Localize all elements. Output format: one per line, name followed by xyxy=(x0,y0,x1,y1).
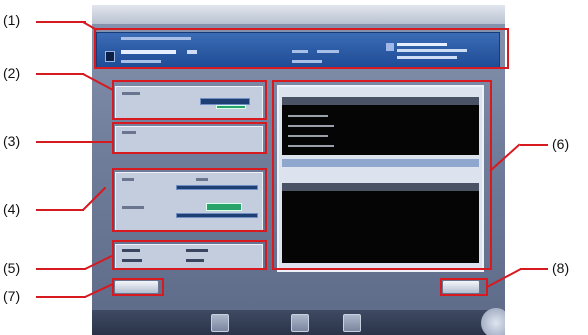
callout-label-4: (4) xyxy=(3,201,21,217)
callout-box-5 xyxy=(112,240,267,270)
leader-line-2 xyxy=(36,73,84,75)
toolbar-button-3[interactable] xyxy=(343,314,361,332)
callout-label-6: (6) xyxy=(552,136,570,152)
callout-box-3 xyxy=(112,122,267,154)
leader-line-7 xyxy=(36,296,86,298)
round-gear-icon[interactable] xyxy=(481,308,505,335)
leader-line-6 xyxy=(520,144,548,146)
callout-label-5: (5) xyxy=(3,260,21,276)
callout-label-8: (8) xyxy=(552,260,570,276)
callout-label-7: (7) xyxy=(3,288,21,304)
toolbar-button-2[interactable] xyxy=(291,314,309,332)
callout-box-1 xyxy=(94,28,509,69)
leader-line-5 xyxy=(36,268,86,270)
callout-label-2: (2) xyxy=(3,65,21,81)
callout-label-3: (3) xyxy=(3,133,21,149)
toolbar-button-1[interactable] xyxy=(211,314,229,332)
callout-box-6 xyxy=(272,80,492,270)
leader-line-3 xyxy=(36,141,112,143)
callout-box-4 xyxy=(112,168,267,232)
leader-line-4 xyxy=(36,209,84,211)
callout-box-7 xyxy=(112,278,164,296)
title-bar xyxy=(92,5,505,24)
leader-line-1 xyxy=(36,21,84,23)
callout-label-1: (1) xyxy=(3,12,21,28)
callout-box-2 xyxy=(112,80,267,120)
bottom-toolbar xyxy=(92,308,505,335)
callout-box-8 xyxy=(440,278,488,296)
leader-line-8 xyxy=(520,268,548,270)
